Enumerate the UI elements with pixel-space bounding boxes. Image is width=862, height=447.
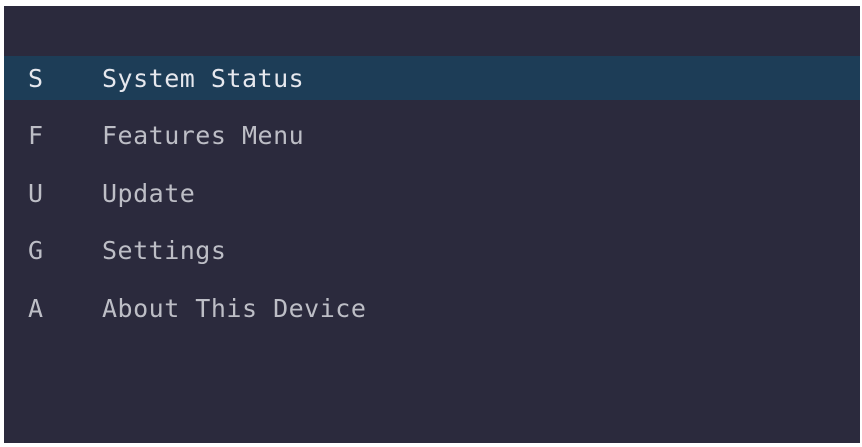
menu-item-label: System Status (102, 63, 305, 93)
menu-item-hotkey: U (28, 178, 44, 208)
menu-item-hotkey: A (28, 293, 44, 323)
menu-item-about-this-device[interactable]: A About This Device (4, 286, 860, 330)
device-screen: S System Status F Features Menu U Update… (4, 6, 860, 443)
menu-item-settings[interactable]: G Settings (4, 229, 860, 273)
menu-item-features-menu[interactable]: F Features Menu (4, 114, 860, 158)
menu-item-system-status[interactable]: S System Status (4, 56, 860, 100)
menu-item-label: Settings (102, 236, 227, 265)
main-menu: S System Status F Features Menu U Update… (4, 56, 860, 344)
menu-item-hotkey: F (28, 121, 44, 150)
menu-item-label: Features Menu (102, 121, 305, 150)
menu-item-hotkey: G (28, 236, 44, 265)
menu-item-hotkey: S (28, 63, 44, 93)
menu-item-label: About This Device (102, 293, 367, 323)
menu-item-update[interactable]: U Update (4, 171, 860, 215)
menu-item-label: Update (102, 178, 196, 208)
